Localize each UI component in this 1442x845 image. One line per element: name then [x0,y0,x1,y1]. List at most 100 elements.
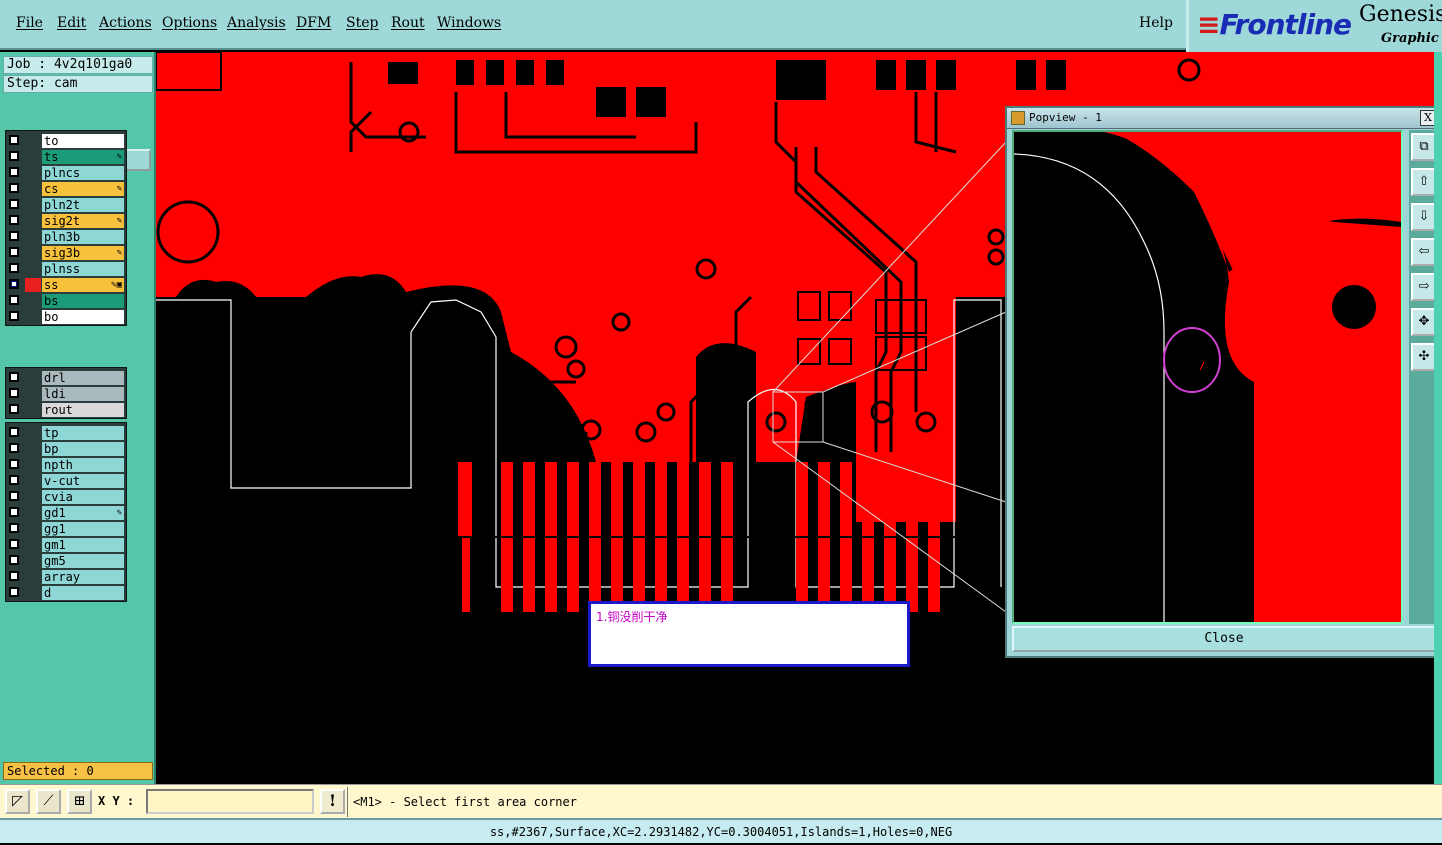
layer-row-bs[interactable]: bs [6,293,126,309]
right-scrollbar[interactable] [1434,52,1442,784]
layer-name[interactable]: ldi [42,387,124,401]
layer-checkbox[interactable] [9,523,19,533]
layer-color-swatch[interactable] [25,490,41,504]
layer-name[interactable]: pln3b [42,230,124,244]
menu-help[interactable]: Help [1139,15,1173,31]
layer-row-tp[interactable]: tp [6,425,126,441]
layer-row-cs[interactable]: cs ✎ [6,181,126,197]
layer-color-swatch[interactable] [25,166,41,180]
layer-color-swatch[interactable] [25,278,41,292]
menu-windows[interactable]: Windows [437,15,501,31]
menu-rout[interactable]: Rout [391,15,425,31]
layer-row-plncs[interactable]: plncs [6,165,126,181]
layer-name[interactable]: gd1 ✎ [42,506,124,520]
layer-checkbox[interactable] [9,311,19,321]
layer-color-swatch[interactable] [25,586,41,600]
layer-color-swatch[interactable] [25,182,41,196]
layer-color-swatch[interactable] [25,506,41,520]
layer-color-swatch[interactable] [25,538,41,552]
layer-color-swatch[interactable] [25,371,41,385]
layer-row-cvia[interactable]: cvia [6,489,126,505]
layer-name[interactable]: to [42,134,124,148]
menu-dfm[interactable]: DFM [296,15,331,31]
layer-checkbox[interactable] [9,372,19,382]
layer-row-ldi[interactable]: ldi [6,386,126,402]
layer-checkbox[interactable] [9,587,19,597]
layer-checkbox[interactable] [9,404,19,414]
layer-color-swatch[interactable] [25,554,41,568]
layer-color-swatch[interactable] [25,134,41,148]
layer-row-plnss[interactable]: plnss [6,261,126,277]
close-button[interactable]: Close [1012,626,1436,652]
menu-file[interactable]: File [16,15,43,31]
layer-name[interactable]: sig3b ✎ [42,246,124,260]
layer-row-gm5[interactable]: gm5 [6,553,126,569]
layer-checkbox[interactable] [9,247,19,257]
layer-color-swatch[interactable] [25,403,41,417]
layer-color-swatch[interactable] [25,262,41,276]
menu-options[interactable]: Options [162,15,217,31]
layer-row-sig3b[interactable]: sig3b ✎ [6,245,126,261]
layer-row-sig2t[interactable]: sig2t ✎ [6,213,126,229]
layer-name[interactable]: bp [42,442,124,456]
layer-name[interactable]: plnss [42,262,124,276]
layer-color-swatch[interactable] [25,230,41,244]
layer-checkbox[interactable] [9,459,19,469]
layer-row-to[interactable]: to [6,133,126,149]
layer-row-pln3b[interactable]: pln3b [6,229,126,245]
layer-row-d[interactable]: d [6,585,126,601]
layer-checkbox[interactable] [9,443,19,453]
layer-name[interactable]: gm1 [42,538,124,552]
layer-checkbox[interactable] [9,263,19,273]
layer-color-swatch[interactable] [25,310,41,324]
layer-color-swatch[interactable] [25,198,41,212]
layer-row-gd1[interactable]: gd1 ✎ [6,505,126,521]
menu-analysis[interactable]: Analysis [227,15,286,31]
layer-checkbox[interactable] [9,491,19,501]
layer-checkbox[interactable] [9,571,19,581]
layer-row-gm1[interactable]: gm1 [6,537,126,553]
layer-color-swatch[interactable] [25,246,41,260]
layer-row-array[interactable]: array [6,569,126,585]
layer-checkbox[interactable] [9,199,19,209]
zoom-area-icon[interactable]: ◸ [5,789,30,814]
layer-name[interactable]: d [42,586,124,600]
layer-name[interactable]: bs [42,294,124,308]
popview-canvas[interactable] [1012,130,1403,624]
layer-color-swatch[interactable] [25,294,41,308]
layer-checkbox[interactable] [9,295,19,305]
layer-checkbox[interactable] [9,215,19,225]
layer-color-swatch[interactable] [25,150,41,164]
layer-name[interactable]: rout [42,403,124,417]
layer-row-npth[interactable]: npth [6,457,126,473]
layer-checkbox[interactable] [9,555,19,565]
layer-color-swatch[interactable] [25,387,41,401]
layer-color-swatch[interactable] [25,570,41,584]
layer-row-drl[interactable]: drl [6,370,126,386]
layer-row-ts[interactable]: ts ✎ [6,149,126,165]
layer-name[interactable]: sig2t ✎ [42,214,124,228]
layer-row-pln2t[interactable]: pln2t [6,197,126,213]
layer-name[interactable]: gm5 [42,554,124,568]
layer-name[interactable]: npth [42,458,124,472]
layer-name[interactable]: drl [42,371,124,385]
layer-name[interactable]: cvia [42,490,124,504]
layer-checkbox[interactable] [9,539,19,549]
layer-name[interactable]: gg1 [42,522,124,536]
menu-edit[interactable]: Edit [57,15,86,31]
measure-icon[interactable]: ⟋ [36,789,61,814]
layer-color-swatch[interactable] [25,474,41,488]
layer-row-gg1[interactable]: gg1 [6,521,126,537]
layer-color-swatch[interactable] [25,214,41,228]
layer-name[interactable]: array [42,570,124,584]
layer-color-swatch[interactable] [25,458,41,472]
layer-name[interactable]: ss ✎▣ [42,278,124,292]
alert-icon[interactable]: ! [320,789,345,814]
layer-checkbox[interactable] [9,231,19,241]
layer-name[interactable]: cs ✎ [42,182,124,196]
layer-color-swatch[interactable] [25,442,41,456]
layer-checkbox[interactable] [9,427,19,437]
layer-name[interactable]: bo [42,310,124,324]
layer-row-rout[interactable]: rout [6,402,126,418]
layer-checkbox[interactable] [9,388,19,398]
